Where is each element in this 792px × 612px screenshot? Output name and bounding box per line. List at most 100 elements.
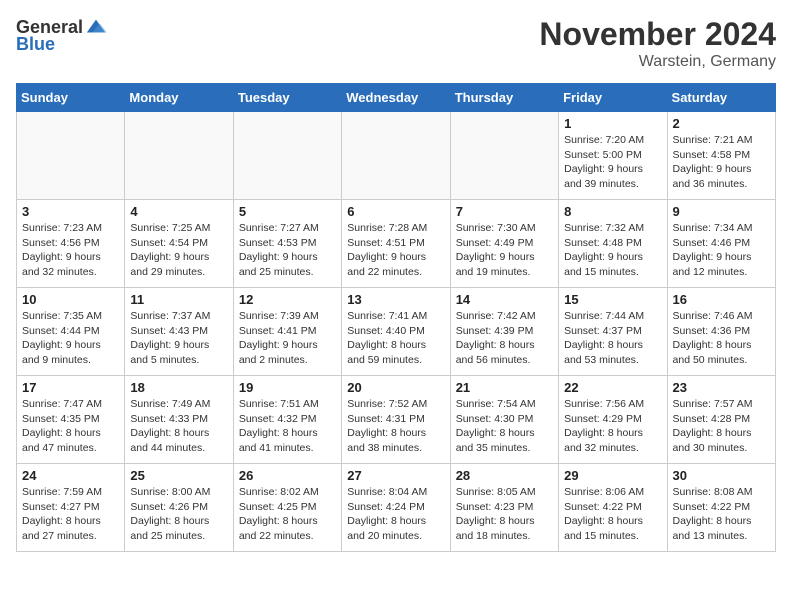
calendar-cell: 8 Sunrise: 7:32 AM Sunset: 4:48 PM Daylig… <box>559 200 667 288</box>
calendar-cell: 26Sunrise: 8:02 AM Sunset: 4:25 PM Dayli… <box>233 464 341 552</box>
calendar-cell: 28Sunrise: 8:05 AM Sunset: 4:23 PM Dayli… <box>450 464 558 552</box>
day-info: Sunrise: 7:25 AM Sunset: 4:54 PM Dayligh… <box>130 221 227 280</box>
location-title: Warstein, Germany <box>539 53 776 71</box>
header: General Blue November 2024 Warstein, Ger… <box>16 16 776 71</box>
calendar-table: SundayMondayTuesdayWednesdayThursdayFrid… <box>16 83 776 552</box>
day-info: Sunrise: 7:41 AM Sunset: 4:40 PM Dayligh… <box>347 309 444 368</box>
calendar-cell: 2 Sunrise: 7:21 AM Sunset: 4:58 PM Daylig… <box>667 112 775 200</box>
calendar-cell: 23 Sunrise: 7:57 AM Sunset: 4:28 PM Dayli… <box>667 376 775 464</box>
weekday-header-wednesday: Wednesday <box>342 84 450 112</box>
calendar-cell: 7 Sunrise: 7:30 AM Sunset: 4:49 PM Daylig… <box>450 200 558 288</box>
day-number: 4 <box>130 204 227 219</box>
day-info: Sunrise: 7:39 AM Sunset: 4:41 PM Dayligh… <box>239 309 336 368</box>
calendar-cell: 10Sunrise: 7:35 AM Sunset: 4:44 PM Dayli… <box>17 288 125 376</box>
logo: General Blue <box>16 16 107 55</box>
day-info: Sunrise: 7:27 AM Sunset: 4:53 PM Dayligh… <box>239 221 336 280</box>
day-number: 28 <box>456 468 553 483</box>
day-info: Sunrise: 7:21 AM Sunset: 4:58 PM Dayligh… <box>673 133 770 192</box>
day-number: 1 <box>564 116 661 131</box>
calendar-cell: 19Sunrise: 7:51 AM Sunset: 4:32 PM Dayli… <box>233 376 341 464</box>
calendar-cell: 27 Sunrise: 8:04 AM Sunset: 4:24 PM Dayli… <box>342 464 450 552</box>
calendar-cell: 12 Sunrise: 7:39 AM Sunset: 4:41 PM Dayli… <box>233 288 341 376</box>
day-info: Sunrise: 7:20 AM Sunset: 5:00 PM Dayligh… <box>564 133 661 192</box>
day-number: 14 <box>456 292 553 307</box>
calendar-cell <box>125 112 233 200</box>
day-number: 8 <box>564 204 661 219</box>
day-number: 11 <box>130 292 227 307</box>
weekday-header-row: SundayMondayTuesdayWednesdayThursdayFrid… <box>17 84 776 112</box>
calendar-cell: 3Sunrise: 7:23 AM Sunset: 4:56 PM Daylig… <box>17 200 125 288</box>
calendar-cell: 20 Sunrise: 7:52 AM Sunset: 4:31 PM Dayli… <box>342 376 450 464</box>
calendar-cell <box>342 112 450 200</box>
day-info: Sunrise: 8:04 AM Sunset: 4:24 PM Dayligh… <box>347 485 444 544</box>
calendar-cell: 15 Sunrise: 7:44 AM Sunset: 4:37 PM Dayli… <box>559 288 667 376</box>
day-number: 6 <box>347 204 444 219</box>
calendar-cell: 1 Sunrise: 7:20 AM Sunset: 5:00 PM Daylig… <box>559 112 667 200</box>
calendar-cell <box>17 112 125 200</box>
day-number: 2 <box>673 116 770 131</box>
calendar-week-row: 24 Sunrise: 7:59 AM Sunset: 4:27 PM Dayli… <box>17 464 776 552</box>
day-number: 25 <box>130 468 227 483</box>
day-number: 13 <box>347 292 444 307</box>
day-info: Sunrise: 7:30 AM Sunset: 4:49 PM Dayligh… <box>456 221 553 280</box>
calendar-cell: 24 Sunrise: 7:59 AM Sunset: 4:27 PM Dayli… <box>17 464 125 552</box>
day-info: Sunrise: 7:59 AM Sunset: 4:27 PM Dayligh… <box>22 485 119 544</box>
day-info: Sunrise: 7:44 AM Sunset: 4:37 PM Dayligh… <box>564 309 661 368</box>
day-info: Sunrise: 8:02 AM Sunset: 4:25 PM Dayligh… <box>239 485 336 544</box>
calendar-cell: 16 Sunrise: 7:46 AM Sunset: 4:36 PM Dayli… <box>667 288 775 376</box>
day-number: 10 <box>22 292 119 307</box>
calendar-cell: 18Sunrise: 7:49 AM Sunset: 4:33 PM Dayli… <box>125 376 233 464</box>
weekday-header-monday: Monday <box>125 84 233 112</box>
logo-blue-text: Blue <box>16 34 55 55</box>
day-number: 29 <box>564 468 661 483</box>
day-number: 23 <box>673 380 770 395</box>
day-number: 12 <box>239 292 336 307</box>
calendar-cell: 13 Sunrise: 7:41 AM Sunset: 4:40 PM Dayli… <box>342 288 450 376</box>
weekday-header-tuesday: Tuesday <box>233 84 341 112</box>
calendar-cell: 9 Sunrise: 7:34 AM Sunset: 4:46 PM Daylig… <box>667 200 775 288</box>
calendar-cell <box>233 112 341 200</box>
day-info: Sunrise: 7:54 AM Sunset: 4:30 PM Dayligh… <box>456 397 553 456</box>
day-info: Sunrise: 7:32 AM Sunset: 4:48 PM Dayligh… <box>564 221 661 280</box>
day-number: 21 <box>456 380 553 395</box>
day-info: Sunrise: 8:08 AM Sunset: 4:22 PM Dayligh… <box>673 485 770 544</box>
day-info: Sunrise: 7:28 AM Sunset: 4:51 PM Dayligh… <box>347 221 444 280</box>
day-number: 16 <box>673 292 770 307</box>
day-info: Sunrise: 7:23 AM Sunset: 4:56 PM Dayligh… <box>22 221 119 280</box>
calendar-cell: 11 Sunrise: 7:37 AM Sunset: 4:43 PM Dayli… <box>125 288 233 376</box>
calendar-cell: 6 Sunrise: 7:28 AM Sunset: 4:51 PM Daylig… <box>342 200 450 288</box>
calendar-week-row: 3Sunrise: 7:23 AM Sunset: 4:56 PM Daylig… <box>17 200 776 288</box>
day-info: Sunrise: 7:37 AM Sunset: 4:43 PM Dayligh… <box>130 309 227 368</box>
day-info: Sunrise: 7:42 AM Sunset: 4:39 PM Dayligh… <box>456 309 553 368</box>
day-info: Sunrise: 7:57 AM Sunset: 4:28 PM Dayligh… <box>673 397 770 456</box>
day-info: Sunrise: 7:47 AM Sunset: 4:35 PM Dayligh… <box>22 397 119 456</box>
day-number: 27 <box>347 468 444 483</box>
day-info: Sunrise: 7:34 AM Sunset: 4:46 PM Dayligh… <box>673 221 770 280</box>
weekday-header-thursday: Thursday <box>450 84 558 112</box>
day-info: Sunrise: 7:52 AM Sunset: 4:31 PM Dayligh… <box>347 397 444 456</box>
day-number: 30 <box>673 468 770 483</box>
day-number: 17 <box>22 380 119 395</box>
day-number: 22 <box>564 380 661 395</box>
calendar-cell: 29 Sunrise: 8:06 AM Sunset: 4:22 PM Dayli… <box>559 464 667 552</box>
day-number: 5 <box>239 204 336 219</box>
day-number: 24 <box>22 468 119 483</box>
day-info: Sunrise: 8:06 AM Sunset: 4:22 PM Dayligh… <box>564 485 661 544</box>
calendar-cell <box>450 112 558 200</box>
day-info: Sunrise: 7:46 AM Sunset: 4:36 PM Dayligh… <box>673 309 770 368</box>
title-area: November 2024 Warstein, Germany <box>539 16 776 71</box>
day-number: 20 <box>347 380 444 395</box>
calendar-cell: 25 Sunrise: 8:00 AM Sunset: 4:26 PM Dayli… <box>125 464 233 552</box>
day-info: Sunrise: 8:00 AM Sunset: 4:26 PM Dayligh… <box>130 485 227 544</box>
day-number: 9 <box>673 204 770 219</box>
calendar-week-row: 1 Sunrise: 7:20 AM Sunset: 5:00 PM Daylig… <box>17 112 776 200</box>
calendar-week-row: 17 Sunrise: 7:47 AM Sunset: 4:35 PM Dayli… <box>17 376 776 464</box>
weekday-header-sunday: Sunday <box>17 84 125 112</box>
calendar-cell: 4 Sunrise: 7:25 AM Sunset: 4:54 PM Daylig… <box>125 200 233 288</box>
calendar-cell: 22Sunrise: 7:56 AM Sunset: 4:29 PM Dayli… <box>559 376 667 464</box>
day-number: 15 <box>564 292 661 307</box>
day-number: 7 <box>456 204 553 219</box>
month-title: November 2024 <box>539 16 776 53</box>
calendar-cell: 5 Sunrise: 7:27 AM Sunset: 4:53 PM Daylig… <box>233 200 341 288</box>
logo-icon <box>85 16 107 38</box>
